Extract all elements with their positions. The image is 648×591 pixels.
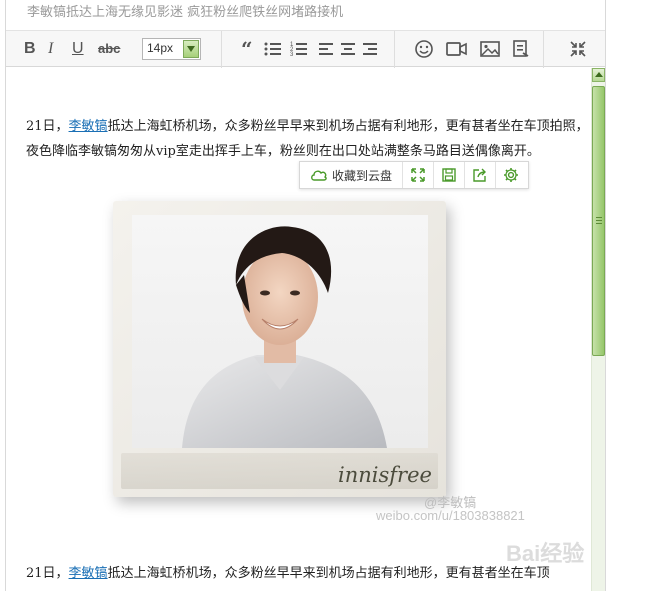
toolbar-divider bbox=[221, 31, 222, 68]
quote-button[interactable]: “ bbox=[241, 39, 255, 59]
svg-text:3: 3 bbox=[290, 52, 294, 58]
align-right-icon bbox=[363, 43, 377, 55]
insert-form-button[interactable] bbox=[512, 39, 530, 59]
share-image-button[interactable] bbox=[465, 162, 496, 188]
align-left-button[interactable] bbox=[319, 39, 335, 59]
page-background bbox=[606, 0, 648, 591]
paragraph[interactable]: 21日，李敏镐抵达上海虹桥机场，众多粉丝早早来到机场占据有利地形，更有甚者坐在车… bbox=[26, 561, 589, 586]
paragraph-date: 21日， bbox=[26, 566, 69, 581]
scroll-up-arrow[interactable] bbox=[592, 68, 605, 82]
cloud-icon bbox=[311, 170, 327, 181]
brand-logo: innisfree bbox=[338, 463, 432, 487]
video-camera-icon bbox=[446, 42, 467, 56]
align-right-button[interactable] bbox=[363, 39, 379, 59]
strikethrough-button[interactable]: abc bbox=[98, 39, 120, 59]
vertical-scrollbar[interactable] bbox=[591, 68, 605, 591]
bulleted-list-button[interactable] bbox=[264, 39, 282, 59]
align-center-icon bbox=[341, 43, 355, 55]
save-icon bbox=[442, 168, 456, 182]
paragraph[interactable]: 21日，李敏镐抵达上海虹桥机场，众多粉丝早早来到机场占据有利地形，更有甚者坐在车… bbox=[26, 114, 589, 164]
article-title[interactable]: 李敏镐抵达上海无缘见影迷 疯狂粉丝爬铁丝网堵路接机 bbox=[6, 0, 605, 30]
smiley-icon bbox=[415, 40, 433, 58]
align-center-button[interactable] bbox=[341, 39, 357, 59]
chevron-down-icon[interactable] bbox=[183, 40, 199, 58]
format-toolbar: B I U abc 14px “ 1 2 3 bbox=[6, 30, 605, 68]
toolbar-divider bbox=[394, 31, 395, 68]
save-image-button[interactable] bbox=[434, 162, 465, 188]
align-left-icon bbox=[319, 43, 333, 55]
person-link[interactable]: 李敏镐 bbox=[69, 119, 108, 134]
emoji-button[interactable] bbox=[414, 39, 434, 59]
insert-video-button[interactable] bbox=[446, 39, 468, 59]
toolbar-divider bbox=[543, 31, 544, 68]
collapse-icon bbox=[570, 41, 586, 57]
person-link[interactable]: 李敏镐 bbox=[69, 566, 108, 581]
share-icon bbox=[473, 168, 486, 182]
paragraph-text: 抵达上海虹桥机场，众多粉丝早早来到机场占据有利地形，更有甚者坐在车顶 bbox=[107, 566, 550, 581]
watermark-url: weibo.com/u/1803838821 bbox=[376, 508, 525, 523]
insert-image-button[interactable] bbox=[480, 39, 500, 59]
portrait-illustration bbox=[182, 226, 387, 448]
gear-icon bbox=[504, 168, 518, 182]
italic-button[interactable]: I bbox=[48, 39, 53, 59]
bold-button[interactable]: B bbox=[24, 39, 36, 59]
rich-text-editor: 李敏镐抵达上海无缘见影迷 疯狂粉丝爬铁丝网堵路接机 B I U abc 14px… bbox=[5, 0, 606, 591]
paragraph-date: 21日， bbox=[26, 119, 69, 134]
underline-button[interactable]: U bbox=[72, 39, 84, 59]
enlarge-image-button[interactable] bbox=[403, 162, 434, 188]
exit-fullscreen-button[interactable] bbox=[570, 39, 586, 59]
svg-text:“: “ bbox=[241, 39, 253, 59]
paragraph-text: 抵达上海虹桥机场，众多粉丝早早来到机场占据有利地形，更有甚者坐在车顶拍照，夜色降… bbox=[26, 119, 589, 159]
expand-icon bbox=[411, 168, 425, 182]
image-icon bbox=[480, 41, 500, 57]
font-size-select[interactable]: 14px bbox=[142, 38, 201, 60]
numbered-list-icon: 1 2 3 bbox=[290, 42, 307, 58]
quote-icon: “ bbox=[241, 39, 253, 59]
embedded-image[interactable]: innisfree bbox=[113, 201, 446, 497]
font-size-value: 14px bbox=[147, 41, 174, 55]
document-edit-icon bbox=[513, 40, 529, 57]
image-action-toolbar: 收藏到云盘 bbox=[299, 161, 529, 189]
editor-content[interactable]: 21日，李敏镐抵达上海虹桥机场，众多粉丝早早来到机场占据有利地形，更有甚者坐在车… bbox=[6, 68, 591, 591]
image-settings-button[interactable] bbox=[496, 162, 527, 188]
numbered-list-button[interactable]: 1 2 3 bbox=[290, 39, 308, 59]
bulleted-list-icon bbox=[264, 42, 281, 56]
save-to-cloud-label: 收藏到云盘 bbox=[332, 169, 393, 183]
save-to-cloud-button[interactable]: 收藏到云盘 bbox=[300, 162, 403, 188]
portrait-photo bbox=[132, 215, 428, 448]
scrollbar-thumb[interactable] bbox=[592, 86, 605, 356]
